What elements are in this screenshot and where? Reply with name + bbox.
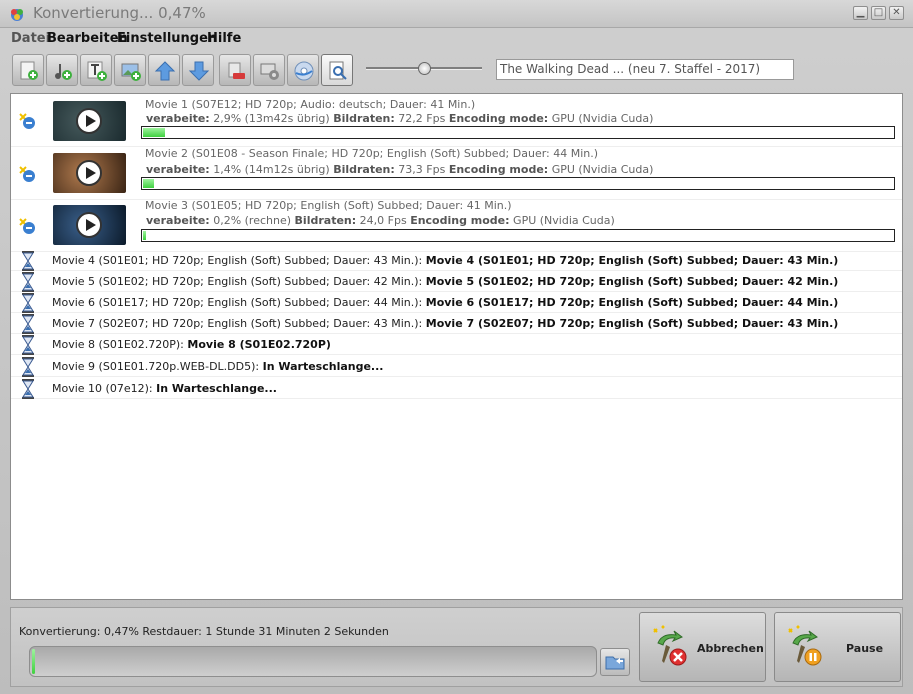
open-output-folder-button[interactable]	[600, 648, 630, 676]
move-down-button[interactable]	[182, 54, 214, 86]
item-title: Movie 2 (S01E08 - Season Finale; HD 720p…	[145, 147, 599, 160]
hourglass-icon	[22, 251, 34, 271]
maximize-button[interactable]: □	[871, 6, 886, 20]
settings-icon	[260, 63, 279, 80]
converting-icon	[19, 166, 35, 182]
queue-item[interactable]: Movie 8 (S01E02.720P): Movie 8 (S01E02.7…	[11, 334, 902, 355]
folder-icon	[605, 656, 625, 670]
queue-item[interactable]: Movie 10 (07e12): In Warteschlange...	[11, 378, 902, 399]
image-icon	[121, 63, 141, 81]
hourglass-icon	[22, 293, 34, 313]
add-file-icon	[20, 61, 38, 80]
disc-icon	[294, 61, 314, 81]
item-progress-fill	[143, 128, 165, 137]
queue-item[interactable]: Movie 4 (S01E01; HD 720p; English (Soft)…	[11, 250, 902, 271]
queue-item-text: Movie 9 (S01E01.720p.WEB-DL.DD5): In War…	[52, 360, 384, 373]
arrow-up-icon	[154, 61, 176, 81]
title-input[interactable]: The Walking Dead ... (neu 7. Staffel - 2…	[496, 59, 794, 80]
converting-icon	[19, 218, 35, 234]
play-icon[interactable]	[76, 108, 102, 134]
list-item[interactable]: Movie 3 (S01E05; HD 720p; English (Soft)…	[11, 199, 902, 252]
item-progress-fill	[143, 179, 155, 188]
abort-button[interactable]: Abbrechen	[639, 612, 766, 682]
abort-icon	[653, 625, 687, 666]
hourglass-icon	[22, 272, 34, 292]
queue-item[interactable]: Movie 5 (S01E02; HD 720p; English (Soft)…	[11, 271, 902, 292]
menu-einstellungen[interactable]: Einstellungen	[117, 31, 217, 46]
item-title: Movie 3 (S01E05; HD 720p; English (Soft)…	[145, 199, 512, 212]
zoom-slider-thumb[interactable]	[418, 62, 431, 75]
queue-item-text: Movie 8 (S01E02.720P): Movie 8 (S01E02.7…	[52, 338, 331, 351]
add-file-button[interactable]	[12, 54, 44, 86]
arrow-down-icon	[188, 61, 210, 81]
preview-button[interactable]	[321, 54, 353, 86]
pause-icon	[788, 625, 822, 666]
queue-item-text: Movie 6 (S01E17; HD 720p; English (Soft)…	[52, 296, 839, 309]
text-icon	[87, 61, 107, 81]
status-panel: Konvertierung: 0,47% Restdauer: 1 Stunde…	[10, 607, 903, 687]
list-item[interactable]: Movie 1 (S07E12; HD 720p; Audio: deutsch…	[11, 95, 902, 147]
title-bar: Konvertierung... 0,47% ▁ □ ✕	[0, 0, 913, 28]
close-button[interactable]: ✕	[889, 6, 904, 20]
menu-datei[interactable]: Datei	[11, 31, 50, 46]
video-thumbnail[interactable]	[53, 101, 126, 141]
item-status: verabeite: 0,2% (rechne) Bildraten: 24,0…	[146, 214, 615, 227]
minimize-button[interactable]: ▁	[853, 6, 868, 20]
converting-icon	[19, 113, 35, 129]
app-icon	[11, 9, 23, 21]
overall-progress-fill	[32, 649, 35, 674]
hourglass-icon	[22, 335, 34, 355]
queue-item-text: Movie 4 (S01E01; HD 720p; English (Soft)…	[52, 254, 839, 267]
hourglass-icon	[22, 357, 34, 377]
remove-button[interactable]	[219, 54, 251, 86]
burn-disc-button[interactable]	[287, 54, 319, 86]
video-thumbnail[interactable]	[53, 205, 126, 245]
add-text-button[interactable]	[80, 54, 112, 86]
item-status: verabeite: 1,4% (14m12s übrig) Bildraten…	[146, 163, 654, 176]
window-title: Konvertierung... 0,47%	[33, 4, 206, 22]
pause-label: Pause	[846, 642, 884, 655]
list-item[interactable]: Movie 2 (S01E08 - Season Finale; HD 720p…	[11, 147, 902, 200]
overall-progress-bar	[29, 646, 597, 677]
video-thumbnail[interactable]	[53, 153, 126, 193]
queue-item[interactable]: Movie 6 (S01E17; HD 720p; English (Soft)…	[11, 292, 902, 313]
queue-item-text: Movie 10 (07e12): In Warteschlange...	[52, 382, 277, 395]
overall-status: Konvertierung: 0,47% Restdauer: 1 Stunde…	[19, 625, 389, 638]
item-title: Movie 1 (S07E12; HD 720p; Audio: deutsch…	[145, 98, 476, 111]
add-screenshot-button[interactable]	[114, 54, 146, 86]
item-status: verabeite: 2,9% (13m42s übrig) Bildraten…	[146, 112, 654, 125]
hourglass-icon	[22, 379, 34, 399]
item-progress-bar	[141, 126, 895, 139]
item-progress-fill	[143, 231, 147, 240]
encode-settings-button[interactable]	[253, 54, 285, 86]
preview-icon	[329, 61, 347, 80]
conversion-list: Movie 1 (S07E12; HD 720p; Audio: deutsch…	[10, 93, 903, 600]
add-folder-button[interactable]	[46, 54, 78, 86]
queue-item-text: Movie 5 (S01E02; HD 720p; English (Soft)…	[52, 275, 839, 288]
queue-item[interactable]: Movie 9 (S01E01.720p.WEB-DL.DD5): In War…	[11, 356, 902, 377]
queue-item[interactable]: Movie 7 (S02E07; HD 720p; English (Soft)…	[11, 313, 902, 334]
menu-hilfe[interactable]: Hilfe	[207, 31, 241, 46]
abort-label: Abbrechen	[697, 642, 764, 655]
play-icon[interactable]	[76, 160, 102, 186]
menu-bearbeiten[interactable]: Bearbeiten	[47, 31, 128, 46]
hourglass-icon	[22, 314, 34, 334]
item-progress-bar	[141, 229, 895, 242]
add-music-icon	[55, 64, 72, 80]
queue-item-text: Movie 7 (S02E07; HD 720p; English (Soft)…	[52, 317, 839, 330]
move-up-button[interactable]	[148, 54, 180, 86]
play-icon[interactable]	[76, 212, 102, 238]
menu-bar: Datei Bearbeiten Einstellungen Hilfe	[0, 29, 913, 49]
pause-button[interactable]: Pause	[774, 612, 901, 682]
remove-icon	[228, 62, 245, 79]
item-progress-bar	[141, 177, 895, 190]
